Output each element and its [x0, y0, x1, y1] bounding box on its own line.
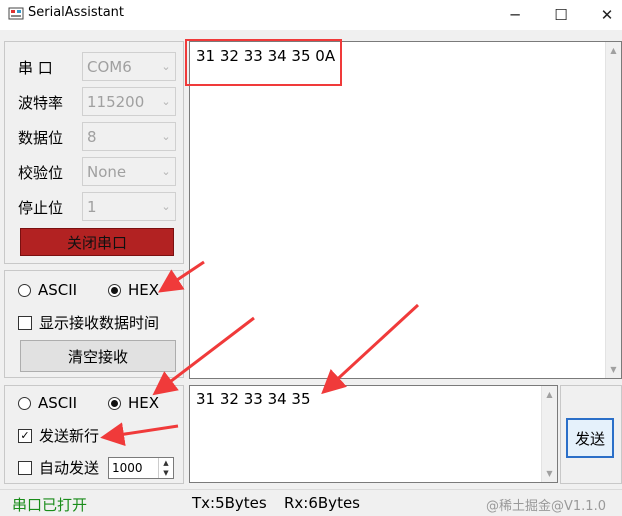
baud-label: 波特率 — [18, 94, 64, 112]
chevron-down-icon: ⌄ — [161, 95, 171, 108]
receive-scrollbar[interactable]: ▲ ▼ — [605, 42, 621, 378]
receive-ascii-option[interactable]: ASCII — [18, 281, 77, 299]
send-button[interactable]: 发送 — [566, 418, 614, 458]
chevron-down-icon: ⌄ — [161, 200, 171, 213]
port-select[interactable]: COM6 ⌄ — [82, 52, 176, 81]
show-time-checkbox[interactable]: 显示接收数据时间 — [18, 312, 159, 333]
receive-hex-label: HEX — [128, 281, 160, 299]
auto-send-checkbox[interactable]: 自动发送 — [18, 457, 99, 478]
receive-hex-option[interactable]: HEX — [108, 281, 159, 299]
radio-unchecked-icon — [18, 396, 31, 410]
app-icon — [8, 7, 24, 20]
port-status-text: 串口已打开 — [12, 496, 88, 514]
port-value: COM6 — [87, 57, 132, 76]
send-scrollbar[interactable]: ▲ ▼ — [541, 386, 557, 482]
maximize-button[interactable]: ☐ — [538, 0, 584, 30]
stepper-arrows: ▲ ▼ — [158, 458, 173, 478]
baud-value: 115200 — [87, 92, 145, 111]
send-newline-label: 发送新行 — [39, 427, 100, 445]
stopbits-label: 停止位 — [18, 199, 64, 217]
tx-count: Tx:5Bytes — [192, 494, 267, 512]
receive-highlight-box — [185, 39, 342, 86]
rx-count: Rx:6Bytes — [284, 494, 360, 512]
stepper-up-icon[interactable]: ▲ — [159, 458, 173, 468]
minimize-button[interactable]: ─ — [492, 0, 538, 30]
radio-unchecked-icon — [18, 283, 31, 297]
send-content: 31 32 33 34 35 — [196, 390, 311, 408]
scroll-down-icon[interactable]: ▼ — [606, 365, 621, 374]
send-ascii-option[interactable]: ASCII — [18, 394, 77, 412]
auto-send-label: 自动发送 — [39, 459, 100, 477]
chevron-down-icon: ⌄ — [161, 165, 171, 178]
close-window-button[interactable]: ✕ — [584, 0, 622, 30]
receive-textarea[interactable]: ▲ ▼ — [189, 41, 622, 379]
send-ascii-label: ASCII — [38, 394, 78, 412]
window-title: SerialAssistant — [28, 5, 125, 20]
stepper-down-icon[interactable]: ▼ — [159, 468, 173, 478]
chevron-down-icon: ⌄ — [161, 60, 171, 73]
parity-value: None — [87, 162, 127, 181]
auto-send-interval-stepper[interactable]: 1000 ▲ ▼ — [108, 457, 174, 479]
clear-receive-button[interactable]: 清空接收 — [20, 340, 176, 372]
databits-value: 8 — [87, 127, 97, 146]
parity-label: 校验位 — [18, 164, 64, 182]
close-port-button[interactable]: 关闭串口 — [20, 228, 174, 256]
scroll-up-icon[interactable]: ▲ — [606, 46, 621, 55]
parity-select[interactable]: None ⌄ — [82, 157, 176, 186]
databits-select[interactable]: 8 ⌄ — [82, 122, 176, 151]
stopbits-select[interactable]: 1 ⌄ — [82, 192, 176, 221]
chevron-down-icon: ⌄ — [161, 130, 171, 143]
checkbox-unchecked-icon — [18, 315, 32, 330]
show-time-label: 显示接收数据时间 — [39, 314, 160, 332]
scroll-up-icon[interactable]: ▲ — [542, 390, 557, 399]
receive-ascii-label: ASCII — [38, 281, 78, 299]
send-hex-label: HEX — [128, 394, 160, 412]
auto-send-interval-value: 1000 — [112, 461, 143, 475]
send-newline-checkbox[interactable]: ✓ 发送新行 — [18, 425, 99, 446]
baud-select[interactable]: 115200 ⌄ — [82, 87, 176, 116]
send-hex-option[interactable]: HEX — [108, 394, 159, 412]
radio-checked-icon — [108, 396, 121, 410]
checkbox-checked-icon: ✓ — [18, 428, 32, 443]
databits-label: 数据位 — [18, 129, 64, 147]
port-label: 串 口 — [18, 59, 53, 77]
radio-checked-icon — [108, 283, 121, 297]
watermark-text: @稀土掘金@V1.1.0 — [486, 499, 606, 514]
checkbox-unchecked-icon — [18, 460, 32, 475]
scroll-down-icon[interactable]: ▼ — [542, 469, 557, 478]
stopbits-value: 1 — [87, 197, 97, 216]
